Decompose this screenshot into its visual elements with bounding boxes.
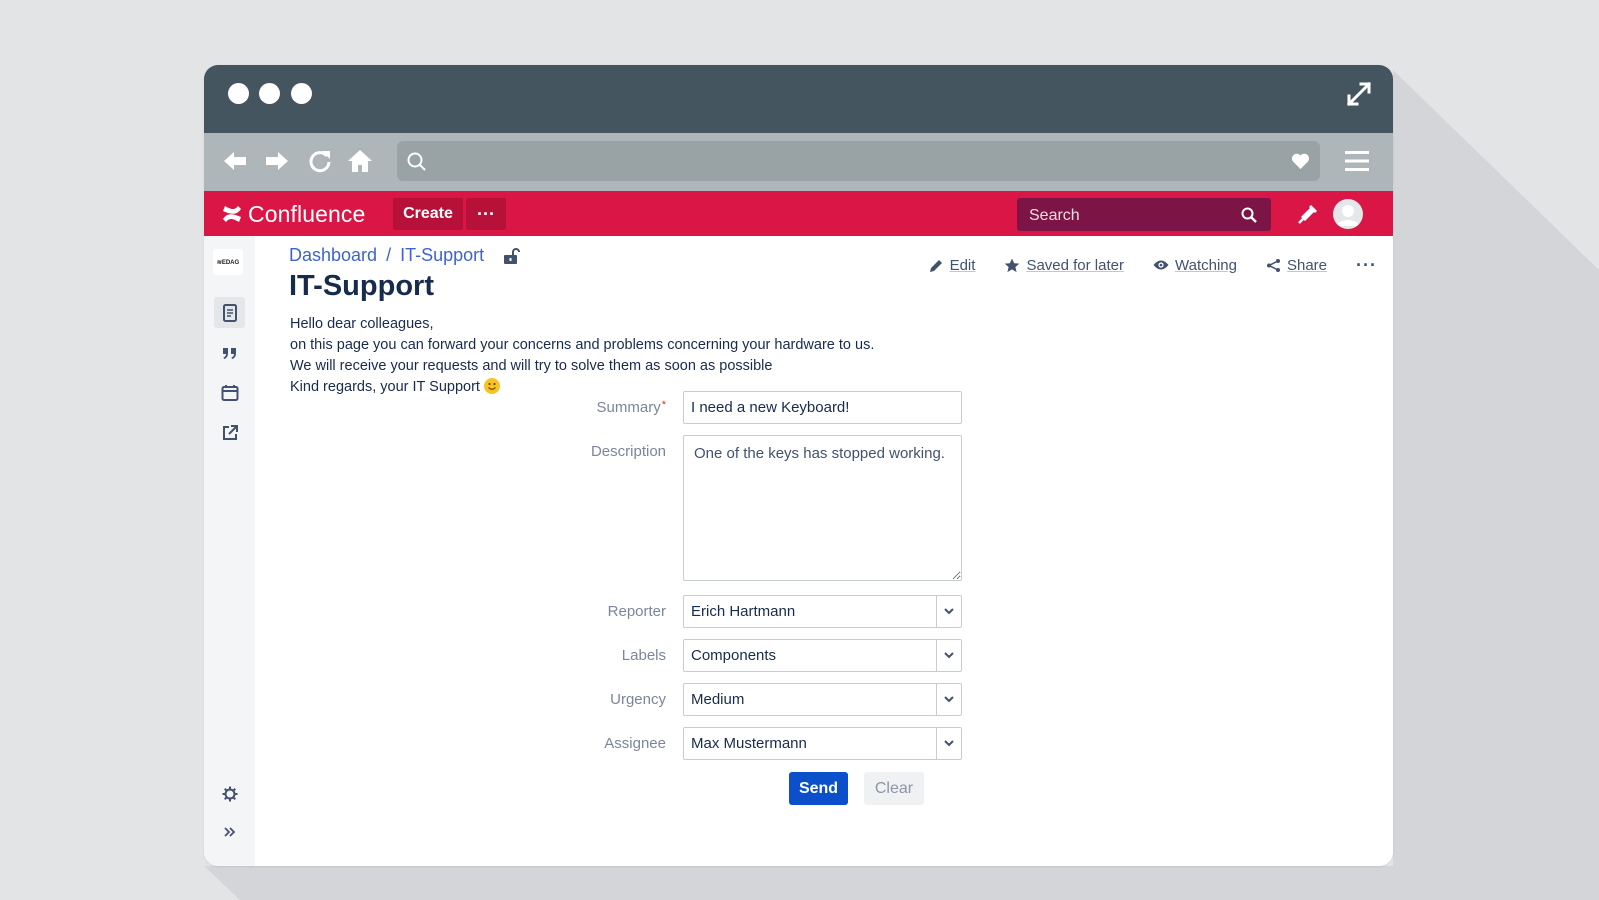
search-icon bbox=[407, 152, 426, 171]
unlock-icon[interactable] bbox=[502, 247, 521, 265]
summary-input[interactable] bbox=[683, 391, 962, 424]
user-icon bbox=[1337, 205, 1359, 226]
external-link-icon bbox=[222, 424, 238, 440]
share-label: Share bbox=[1286, 256, 1328, 274]
chevron-down-icon bbox=[936, 640, 961, 671]
labels-select[interactable]: Components bbox=[683, 639, 962, 672]
labels-value: Components bbox=[691, 647, 777, 664]
urgency-label: Urgency bbox=[610, 691, 666, 708]
send-button[interactable]: Send bbox=[789, 772, 848, 805]
page-actions: Edit Saved for later Watching Share ··· bbox=[929, 253, 1393, 277]
quote-icon bbox=[222, 347, 236, 359]
avatar[interactable] bbox=[1333, 199, 1363, 229]
home-icon[interactable] bbox=[347, 148, 373, 174]
window-maximize-dot[interactable] bbox=[291, 83, 312, 104]
star-icon bbox=[1005, 258, 1020, 272]
edit-button[interactable]: Edit bbox=[929, 256, 976, 274]
pages-icon bbox=[222, 303, 237, 322]
eye-icon bbox=[1153, 260, 1169, 270]
browser-toolbar bbox=[204, 133, 1393, 191]
space-logo[interactable]: ≋EDAG bbox=[213, 249, 243, 275]
pencil-icon bbox=[929, 259, 942, 272]
hamburger-menu-icon[interactable] bbox=[1345, 149, 1369, 173]
address-bar[interactable] bbox=[397, 141, 1320, 181]
space-sidebar: ≋EDAG bbox=[204, 236, 255, 866]
summary-label-text: Summary bbox=[596, 399, 661, 416]
sidebar-item-blog[interactable] bbox=[214, 337, 245, 368]
reload-icon[interactable] bbox=[307, 148, 333, 174]
breadcrumb-it-support[interactable]: IT-Support bbox=[400, 245, 484, 266]
chevron-down-icon bbox=[936, 728, 961, 759]
breadcrumb-separator: / bbox=[386, 245, 392, 265]
intro-line-4: Kind regards, your IT Support bbox=[290, 379, 480, 395]
urgency-select[interactable]: Medium bbox=[683, 683, 962, 716]
required-marker: * bbox=[661, 399, 666, 411]
sidebar-item-calendar[interactable] bbox=[214, 377, 245, 408]
share-icon bbox=[1266, 258, 1280, 272]
edit-label: Edit bbox=[949, 256, 976, 274]
sidebar-item-external-link[interactable] bbox=[214, 417, 245, 448]
confluence-logo[interactable]: Confluence bbox=[222, 199, 365, 229]
favorite-heart-icon[interactable] bbox=[1291, 153, 1310, 170]
intro-text: Hello dear colleagues, on this page you … bbox=[290, 314, 874, 398]
more-create-options-button[interactable]: ··· bbox=[466, 198, 506, 230]
sidebar-item-pages[interactable] bbox=[214, 297, 245, 328]
reporter-select[interactable]: Erich Hartmann bbox=[683, 595, 962, 628]
description-textarea[interactable]: One of the keys has stopped working. bbox=[683, 435, 962, 581]
search-icon[interactable] bbox=[1241, 207, 1257, 223]
breadcrumb: Dashboard / IT-Support bbox=[289, 245, 521, 266]
share-button[interactable]: Share bbox=[1266, 257, 1327, 274]
watching-label: Watching bbox=[1175, 256, 1237, 274]
summary-label: Summary* bbox=[466, 399, 666, 416]
page-content: Dashboard / IT-Support IT-Support Edit S… bbox=[255, 236, 1393, 866]
saved-label: Saved for later bbox=[1026, 256, 1124, 274]
save-for-later-button[interactable]: Saved for later bbox=[1004, 257, 1124, 274]
assignee-value: Max Mustermann bbox=[691, 735, 807, 752]
confluence-search bbox=[1017, 198, 1271, 233]
description-label: Description bbox=[590, 443, 666, 460]
confluence-logo-text: Confluence bbox=[248, 200, 366, 227]
gear-icon bbox=[222, 786, 237, 801]
search-input[interactable] bbox=[1017, 198, 1241, 233]
window-close-dot[interactable] bbox=[228, 83, 249, 104]
labels-label: Labels bbox=[621, 647, 666, 664]
smiley-icon bbox=[483, 378, 500, 394]
more-actions-button[interactable]: ··· bbox=[1356, 255, 1377, 276]
urgency-value: Medium bbox=[691, 691, 745, 708]
back-icon[interactable] bbox=[222, 148, 248, 174]
fullscreen-icon[interactable] bbox=[1345, 80, 1373, 108]
clear-button[interactable]: Clear bbox=[864, 772, 924, 805]
create-button[interactable]: Create bbox=[393, 198, 463, 230]
title-bar bbox=[204, 65, 1393, 133]
reporter-value: Erich Hartmann bbox=[691, 603, 796, 620]
breadcrumb-dashboard[interactable]: Dashboard bbox=[289, 245, 377, 266]
chevron-down-icon bbox=[936, 684, 961, 715]
chevron-double-right-icon bbox=[223, 826, 235, 837]
reporter-label: Reporter bbox=[607, 603, 666, 620]
confluence-header: Confluence Create ··· bbox=[204, 191, 1393, 236]
watching-button[interactable]: Watching bbox=[1153, 257, 1237, 274]
confluence-logo-icon bbox=[223, 206, 241, 222]
sidebar-item-settings[interactable] bbox=[214, 778, 245, 809]
window-minimize-dot[interactable] bbox=[259, 83, 280, 104]
intro-line-1: Hello dear colleagues, bbox=[290, 316, 434, 332]
calendar-icon bbox=[221, 384, 238, 401]
forward-icon[interactable] bbox=[264, 148, 290, 174]
chevron-down-icon bbox=[936, 596, 961, 627]
page-title: IT-Support bbox=[289, 270, 434, 302]
sidebar-expand[interactable] bbox=[214, 816, 245, 847]
intro-line-2: on this page you can forward your concer… bbox=[290, 337, 875, 353]
assignee-label: Assignee bbox=[604, 735, 666, 752]
browser-window: Confluence Create ··· ≋EDAG bbox=[204, 65, 1393, 866]
intro-line-3: We will receive your requests and will t… bbox=[290, 358, 773, 374]
assignee-select[interactable]: Max Mustermann bbox=[683, 727, 962, 760]
notifications-icon[interactable] bbox=[1297, 203, 1319, 225]
